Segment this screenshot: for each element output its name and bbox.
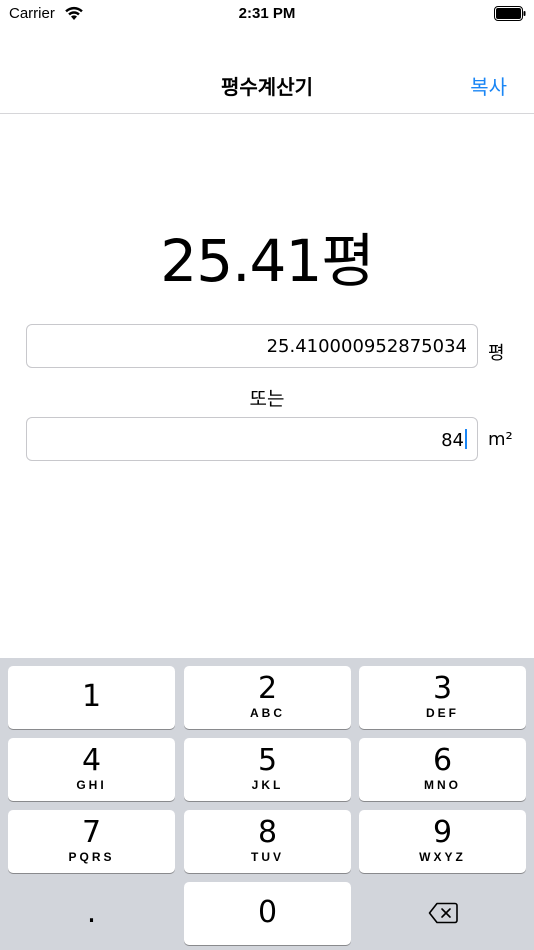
key-1[interactable]: 1 <box>8 666 175 729</box>
key-3[interactable]: 3 DEF <box>359 666 526 729</box>
square-meter-value-text: 84 <box>441 430 464 451</box>
key-4[interactable]: 4 GHI <box>8 738 175 801</box>
key-digit: 4 <box>81 743 102 778</box>
square-meter-unit-label: m² <box>488 429 513 450</box>
key-digit: 7 <box>81 815 102 850</box>
key-letters: WXYZ <box>419 850 466 864</box>
status-time: 2:31 PM <box>238 5 296 22</box>
numeric-keypad: 1 2 ABC 3 DEF 4 GHI 5 JKL 6 MNO 7 PQRS 8… <box>0 658 534 950</box>
key-letters: ABC <box>250 706 285 720</box>
key-0[interactable]: 0 <box>184 882 351 945</box>
key-digit: 2 <box>257 671 278 706</box>
navigation-bar: 평수계산기 복사 <box>0 56 534 114</box>
key-letters: TUV <box>251 850 284 864</box>
key-digit: 8 <box>257 815 278 850</box>
pyeong-input[interactable]: 25.410000952875034 <box>26 324 478 368</box>
square-meter-input[interactable]: 84 <box>26 417 478 461</box>
key-digit: . <box>86 895 97 930</box>
key-7[interactable]: 7 PQRS <box>8 810 175 873</box>
text-cursor <box>465 429 467 449</box>
key-letters: JKL <box>251 778 284 792</box>
pyeong-unit-label: 평 <box>488 343 505 364</box>
status-bar: Carrier 2:31 PM <box>0 0 534 28</box>
delete-backspace-icon <box>428 902 458 924</box>
pyeong-input-value: 25.410000952875034 <box>266 336 467 357</box>
page-title: 평수계산기 <box>221 75 313 99</box>
key-5[interactable]: 5 JKL <box>184 738 351 801</box>
or-label: 또는 <box>249 388 285 410</box>
copy-button[interactable]: 복사 <box>470 71 507 100</box>
square-meter-input-value: 84 <box>441 429 467 451</box>
key-letters: MNO <box>424 778 461 792</box>
key-decimal[interactable]: . <box>8 882 175 945</box>
key-6[interactable]: 6 MNO <box>359 738 526 801</box>
key-digit: 3 <box>432 671 453 706</box>
key-digit: 6 <box>432 743 453 778</box>
key-digit: 5 <box>257 743 278 778</box>
key-letters: DEF <box>426 706 459 720</box>
result-display: 25.41평 <box>160 227 374 295</box>
key-digit: 0 <box>257 895 278 930</box>
key-2[interactable]: 2 ABC <box>184 666 351 729</box>
key-8[interactable]: 8 TUV <box>184 810 351 873</box>
key-digit: 1 <box>81 679 102 714</box>
key-digit: 9 <box>432 815 453 850</box>
key-letters: PQRS <box>68 850 115 864</box>
key-letters: GHI <box>76 778 107 792</box>
battery-icon <box>494 6 526 21</box>
key-9[interactable]: 9 WXYZ <box>359 810 526 873</box>
delete-key[interactable] <box>359 882 526 945</box>
